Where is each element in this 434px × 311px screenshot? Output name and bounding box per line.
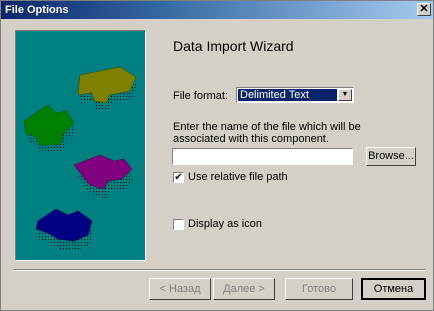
file-format-selected-value: Delimited Text xyxy=(238,89,337,101)
button-separator xyxy=(13,269,425,271)
olive-puzzle-piece-icon xyxy=(77,66,138,111)
file-name-input[interactable] xyxy=(172,148,353,165)
blue-puzzle-piece-icon xyxy=(35,208,94,251)
back-button[interactable]: < Назад xyxy=(149,278,211,300)
close-button[interactable]: ✕ xyxy=(417,3,431,16)
cancel-button[interactable]: Отмена xyxy=(361,278,426,300)
file-format-select[interactable]: Delimited Text ▼ xyxy=(236,87,354,103)
use-relative-path-checkbox[interactable]: ✔ xyxy=(173,172,184,183)
next-button[interactable]: Далее > xyxy=(213,278,275,300)
finish-button[interactable]: Готово xyxy=(285,278,353,300)
green-puzzle-piece-icon xyxy=(23,104,76,153)
display-as-icon-checkbox[interactable] xyxy=(173,219,184,230)
checkmark-icon: ✔ xyxy=(174,172,183,183)
close-icon: ✕ xyxy=(419,3,429,15)
wizard-heading: Data Import Wizard xyxy=(173,38,294,54)
window-title: File Options xyxy=(5,4,69,16)
file-name-prompt: Enter the name of the file which will be… xyxy=(173,121,361,145)
wizard-illustration xyxy=(15,30,146,261)
puzzle-pieces-illustration xyxy=(23,66,138,251)
file-format-label: File format: xyxy=(173,90,229,102)
purple-puzzle-piece-icon xyxy=(73,154,134,199)
dropdown-arrow-icon[interactable]: ▼ xyxy=(338,89,352,101)
display-as-icon-label: Display as icon xyxy=(188,218,262,230)
title-bar[interactable]: File Options ✕ xyxy=(1,1,433,19)
file-options-dialog: File Options ✕ Data Import Wizard File f… xyxy=(0,0,434,311)
use-relative-path-label: Use relative file path xyxy=(188,171,288,183)
browse-button[interactable]: Browse... xyxy=(366,147,416,166)
